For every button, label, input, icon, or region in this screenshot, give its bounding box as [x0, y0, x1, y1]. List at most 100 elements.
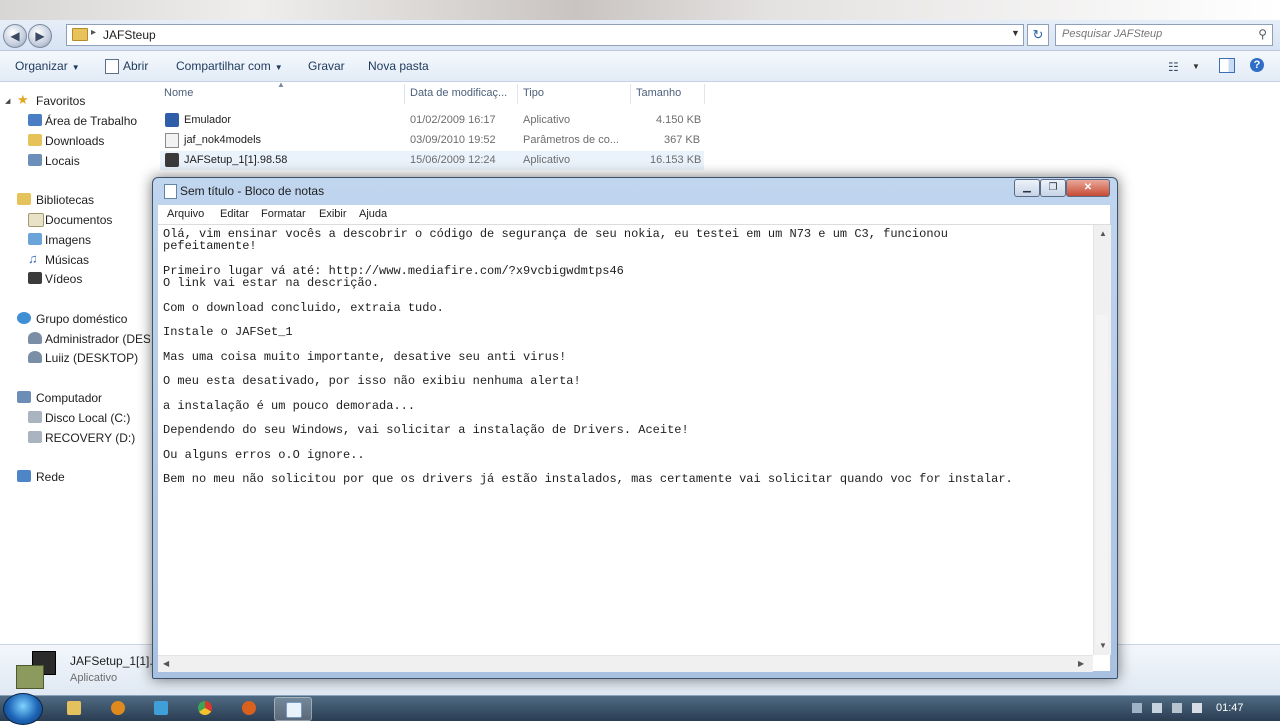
scroll-right-icon[interactable]: ▶	[1078, 659, 1084, 668]
preview-pane-icon[interactable]	[1219, 58, 1235, 73]
search-icon[interactable]: ⚲	[1258, 27, 1267, 41]
taskbar-notepad[interactable]	[274, 697, 312, 721]
share-button[interactable]: Compartilhar com ▼	[176, 59, 283, 73]
horizontal-scrollbar[interactable]: ◀ ▶	[158, 655, 1093, 672]
file-size: 4.150 KB	[656, 114, 702, 126]
column-divider[interactable]	[630, 84, 631, 104]
folder-icon	[72, 28, 88, 41]
taskbar-chrome[interactable]	[187, 697, 223, 719]
taskbar-media-player[interactable]	[100, 697, 136, 719]
minimize-button[interactable]: ▁	[1014, 179, 1040, 197]
organize-button[interactable]: Organizar ▼	[15, 59, 80, 73]
taskbar-firefox[interactable]	[231, 697, 267, 719]
taskbar-app[interactable]	[143, 697, 179, 719]
file-row[interactable]: JAFSetup_1[1].98.58 15/06/2009 12:24 Apl…	[160, 151, 704, 170]
column-divider[interactable]	[404, 84, 405, 104]
nav-network[interactable]: Rede	[0, 468, 150, 486]
firefox-icon	[242, 701, 256, 715]
drive-icon	[28, 431, 42, 443]
nav-recovery[interactable]: RECOVERY (D:)	[0, 429, 150, 447]
menu-format[interactable]: Formatar	[261, 208, 306, 220]
scroll-left-icon[interactable]: ◀	[163, 659, 169, 668]
share-label: Compartilhar com	[176, 59, 271, 73]
menu-help[interactable]: Ajuda	[359, 208, 387, 220]
vertical-scrollbar[interactable]: ▲ ▼	[1093, 225, 1111, 655]
help-icon[interactable]: ?	[1250, 58, 1264, 72]
file-size: 16.153 KB	[650, 154, 702, 166]
nav-local-disk[interactable]: Disco Local (C:)	[0, 409, 150, 427]
column-header-type[interactable]: Tipo	[523, 87, 544, 99]
file-date: 15/06/2009 12:24	[410, 154, 496, 166]
nav-documents[interactable]: Documentos	[0, 211, 150, 229]
nav-label: Área de Trabalho	[45, 114, 138, 128]
chrome-icon	[198, 701, 212, 715]
document-text[interactable]: Olá, vim ensinar vocês a descobrir o cód…	[163, 228, 1083, 485]
explorer-titlebar[interactable]	[0, 0, 1280, 20]
taskbar-explorer[interactable]	[56, 697, 92, 719]
forward-button[interactable]: ▶	[28, 24, 52, 48]
breadcrumb[interactable]: JAFSteup	[103, 28, 156, 42]
nav-libraries[interactable]: Bibliotecas	[0, 191, 150, 209]
nav-homegroup[interactable]: Grupo doméstico	[0, 310, 150, 328]
nav-label: Bibliotecas	[36, 193, 95, 207]
nav-downloads[interactable]: Downloads	[0, 132, 150, 150]
column-header-name[interactable]: Nome	[164, 87, 193, 99]
column-header-date[interactable]: Data de modificaç...	[410, 87, 507, 99]
clock[interactable]: 01:47	[1216, 702, 1244, 714]
text-editor[interactable]: Olá, vim ensinar vocês a descobrir o cód…	[158, 225, 1111, 672]
nav-music[interactable]: ♫ Músicas	[0, 251, 150, 269]
address-dropdown-icon[interactable]: ▼	[1011, 28, 1020, 38]
scroll-up-icon[interactable]: ▲	[1099, 229, 1107, 238]
scroll-track[interactable]	[1096, 315, 1108, 645]
homegroup-icon	[17, 312, 31, 324]
burn-button[interactable]: Gravar	[308, 59, 345, 73]
libraries-icon	[17, 193, 31, 205]
column-divider[interactable]	[704, 84, 705, 104]
nav-desktop[interactable]: Área de Trabalho	[0, 112, 150, 130]
downloads-folder-icon	[28, 134, 42, 146]
tray-icon[interactable]	[1132, 703, 1142, 713]
new-folder-button[interactable]: Nova pasta	[368, 59, 429, 73]
back-button[interactable]: ◀	[3, 24, 27, 48]
flag-icon[interactable]	[1152, 703, 1162, 713]
close-button[interactable]: ✕	[1066, 179, 1110, 197]
network-icon[interactable]	[1172, 703, 1182, 713]
nav-label: Downloads	[45, 134, 105, 148]
music-icon: ♫	[28, 251, 38, 266]
expand-arrow-icon: ◢	[5, 98, 11, 105]
refresh-button[interactable]: ↻	[1027, 24, 1049, 46]
view-options-icon[interactable]: ☷	[1168, 60, 1179, 74]
nav-places[interactable]: Locais	[0, 152, 150, 170]
menu-file[interactable]: Arquivo	[167, 208, 204, 220]
file-date: 01/02/2009 16:17	[410, 114, 496, 126]
start-button[interactable]	[3, 693, 43, 725]
nav-images[interactable]: Imagens	[0, 231, 150, 249]
column-header-size[interactable]: Tamanho	[636, 87, 681, 99]
nav-computer[interactable]: Computador	[0, 389, 150, 407]
address-bar[interactable]: ▸ JAFSteup	[66, 24, 1024, 46]
maximize-button[interactable]: ❐	[1040, 179, 1066, 197]
search-box[interactable]: ⚲	[1055, 24, 1273, 46]
volume-icon[interactable]	[1192, 703, 1202, 713]
file-name: Emulador	[184, 114, 232, 126]
notepad-window[interactable]: Sem título - Bloco de notas ▁ ❐ ✕ Arquiv…	[152, 177, 1118, 679]
breadcrumb-separator[interactable]: ▸	[91, 27, 96, 38]
computer-icon	[17, 391, 31, 403]
nav-homegroup-luiz[interactable]: Luiiz (DESKTOP)	[0, 349, 150, 367]
nav-label: Locais	[45, 154, 80, 168]
scroll-down-icon[interactable]: ▼	[1099, 641, 1107, 650]
file-row[interactable]: jaf_nok4models 03/09/2010 19:52 Parâmetr…	[160, 131, 704, 150]
chevron-down-icon[interactable]: ▼	[1192, 62, 1200, 71]
search-input[interactable]	[1062, 28, 1242, 40]
file-size: 367 KB	[664, 134, 701, 146]
menu-edit[interactable]: Editar	[220, 208, 249, 220]
chevron-down-icon: ▼	[274, 63, 283, 72]
menu-view[interactable]: Exibir	[319, 208, 347, 220]
file-row[interactable]: Emulador 01/02/2009 16:17 Aplicativo 4.1…	[160, 111, 704, 130]
column-divider[interactable]	[517, 84, 518, 104]
nav-videos[interactable]: Vídeos	[0, 270, 150, 288]
nav-label: Luiiz (DESKTOP)	[45, 351, 139, 365]
nav-homegroup-admin[interactable]: Administrador (DESK	[0, 330, 150, 348]
nav-favorites[interactable]: ◢ ★ Favoritos	[0, 92, 150, 110]
open-button[interactable]: Abrir	[123, 59, 148, 73]
